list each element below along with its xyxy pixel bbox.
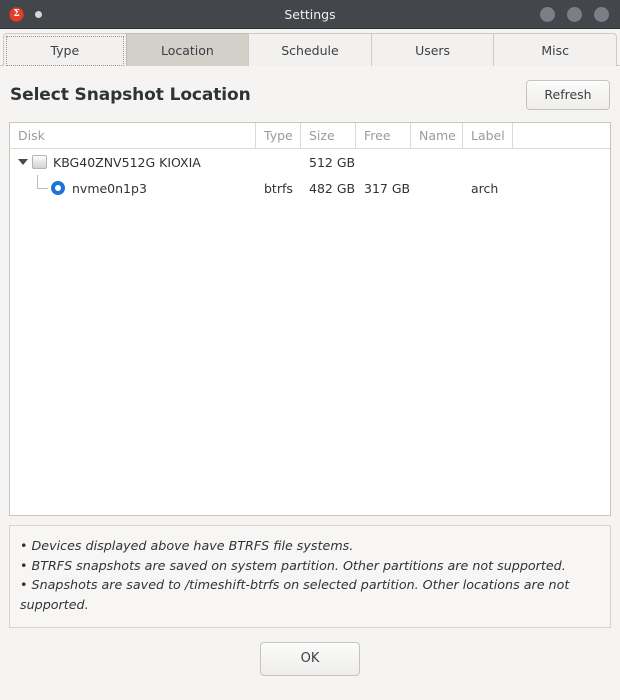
tab-location-label: Location: [160, 42, 214, 58]
ok-button[interactable]: OK: [260, 641, 360, 676]
cell-free: 317 GB: [364, 180, 411, 196]
disk-name: KBG40ZNV512G KIOXIA: [53, 154, 201, 170]
tab-schedule[interactable]: Schedule: [248, 33, 372, 66]
dialog-footer: OK: [9, 628, 611, 700]
column-header-free[interactable]: Free: [356, 123, 411, 148]
cell-name: [411, 149, 463, 175]
device-tree-header: Disk Type Size Free Name Label: [10, 123, 610, 149]
settings-window: Σ Settings Type Location Schedule Users …: [0, 0, 620, 700]
info-panel: • Devices displayed above have BTRFS fil…: [9, 525, 611, 628]
maximize-button[interactable]: [567, 6, 582, 22]
tab-location[interactable]: Location: [125, 33, 250, 66]
column-header-name[interactable]: Name: [411, 123, 463, 148]
page-title: Select Snapshot Location: [10, 85, 251, 105]
timeshift-icon: Σ: [9, 6, 24, 22]
tab-type-label: Type: [50, 42, 80, 58]
tab-type[interactable]: Type: [3, 33, 127, 66]
tab-users[interactable]: Users: [370, 33, 495, 66]
tab-users-label: Users: [415, 42, 451, 58]
panel-header: Select Snapshot Location Refresh: [9, 66, 611, 122]
column-header-label[interactable]: Label: [463, 123, 513, 148]
column-header-filler: [513, 123, 610, 148]
window-title: Settings: [284, 6, 336, 22]
table-row[interactable]: KBG40ZNV512G KIOXIA 512 GB: [10, 149, 610, 175]
title-bar: Σ Settings: [0, 0, 620, 29]
info-line-3: • Snapshots are saved to /timeshift-btrf…: [20, 577, 570, 613]
tree-branch-icon: [31, 175, 49, 201]
drive-icon: [32, 155, 47, 169]
tab-schedule-label: Schedule: [281, 42, 339, 58]
window-controls: [540, 6, 620, 22]
info-line-1: • Devices displayed above have BTRFS fil…: [20, 538, 354, 553]
tab-bar: Type Location Schedule Users Misc: [0, 29, 620, 66]
title-bar-left: Σ: [0, 6, 42, 22]
location-panel: Select Snapshot Location Refresh Disk Ty…: [0, 65, 620, 700]
cell-filler: [513, 175, 610, 201]
info-line-2: • BTRFS snapshots are saved on system pa…: [20, 557, 566, 573]
close-button[interactable]: [594, 6, 609, 22]
cell-label: arch: [471, 180, 499, 196]
refresh-button[interactable]: Refresh: [526, 80, 610, 110]
cell-disk: nvme0n1p3: [10, 175, 256, 201]
cell-size: 482 GB: [309, 180, 356, 196]
device-tree-body: KBG40ZNV512G KIOXIA 512 GB nvme0n1p3 btr…: [10, 149, 610, 515]
cell-free: [356, 149, 411, 175]
column-header-disk[interactable]: Disk: [10, 123, 256, 148]
cell-disk: KBG40ZNV512G KIOXIA: [10, 149, 256, 175]
device-tree-view[interactable]: Disk Type Size Free Name Label KBG40ZNV5…: [9, 122, 611, 516]
column-header-size[interactable]: Size: [301, 123, 356, 148]
cell-filler: [513, 149, 610, 175]
tab-misc[interactable]: Misc: [493, 33, 617, 66]
table-row[interactable]: nvme0n1p3 btrfs 482 GB 317 GB arch: [10, 175, 610, 201]
minimize-button[interactable]: [540, 6, 555, 22]
cell-type: btrfs: [264, 180, 293, 196]
chevron-down-icon[interactable]: [15, 159, 31, 165]
cell-label: [463, 149, 513, 175]
cell-name: [411, 175, 463, 201]
partition-name: nvme0n1p3: [72, 180, 147, 196]
window-menu-dot-icon[interactable]: [35, 10, 42, 18]
column-header-type[interactable]: Type: [256, 123, 301, 148]
cell-size: 512 GB: [309, 154, 356, 170]
tab-misc-label: Misc: [541, 42, 569, 58]
cell-type: [256, 149, 301, 175]
select-partition-radio[interactable]: [51, 181, 65, 195]
